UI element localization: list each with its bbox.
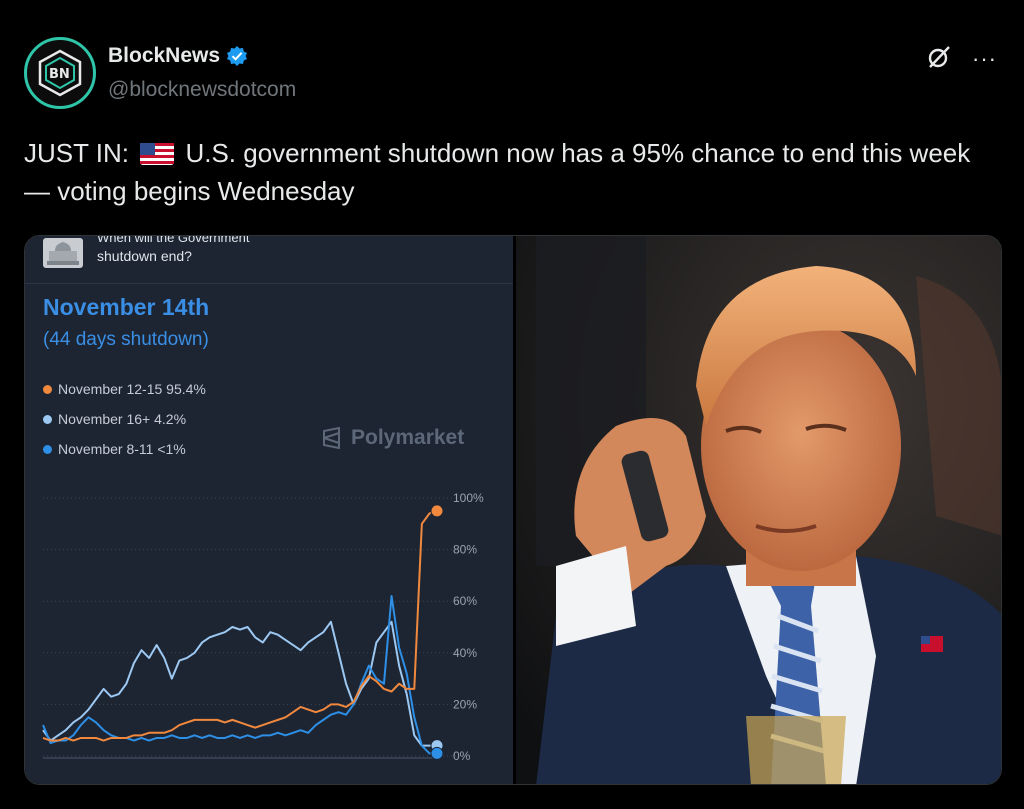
y-tick-label: 0% bbox=[453, 749, 471, 763]
legend-item-nov-16-plus: November 16+ 4.2% bbox=[43, 411, 186, 427]
market-question-top: When will the Government bbox=[97, 235, 250, 245]
tweet-text-lead: JUST IN: bbox=[24, 138, 129, 168]
polymarket-logo-icon bbox=[323, 427, 340, 449]
legend-item-nov-12-15: November 12-15 95.4% bbox=[43, 381, 206, 397]
polymarket-screenshot: When will the Government shutdown end? N… bbox=[25, 236, 513, 784]
series-line-2 bbox=[42, 595, 437, 755]
market-outcome: November 14th bbox=[43, 294, 210, 320]
blocknews-logo-icon: BN bbox=[38, 49, 82, 97]
market-question: shutdown end? bbox=[97, 248, 192, 264]
probability-chart: 100% 80% 60% 40% 20% 0% bbox=[42, 491, 484, 763]
man-on-phone-photo bbox=[516, 236, 1001, 784]
series-end-point-2 bbox=[430, 746, 444, 760]
avatar[interactable]: BN bbox=[24, 37, 96, 109]
y-tick-label: 100% bbox=[453, 491, 484, 505]
us-flag-icon bbox=[140, 143, 175, 165]
capitol-building-icon bbox=[43, 238, 83, 268]
watermark-label: Polymarket bbox=[351, 426, 465, 449]
series-line-0 bbox=[42, 509, 438, 742]
series-end-point-0 bbox=[430, 504, 444, 518]
legend-label: November 8-11 <1% bbox=[58, 441, 186, 457]
legend-dot bbox=[43, 384, 52, 394]
legend-dot bbox=[43, 444, 52, 454]
y-tick-label: 20% bbox=[453, 697, 477, 711]
author-name[interactable]: BlockNews bbox=[108, 44, 220, 68]
grok-icon[interactable] bbox=[926, 44, 952, 70]
trump-photo bbox=[516, 236, 1001, 784]
svg-text:BN: BN bbox=[49, 67, 70, 82]
tweet-media[interactable]: When will the Government shutdown end? N… bbox=[24, 235, 1002, 785]
verified-badge-icon bbox=[227, 46, 248, 66]
more-icon[interactable]: ··· bbox=[972, 46, 997, 72]
author-name-row[interactable]: BlockNews bbox=[108, 44, 248, 68]
y-tick-label: 60% bbox=[453, 594, 477, 608]
legend-dot bbox=[43, 414, 52, 424]
legend-label: November 16+ 4.2% bbox=[58, 411, 187, 427]
tweet-text: JUST IN: U.S. government shutdown now ha… bbox=[24, 134, 994, 210]
market-header: When will the Government shutdown end? bbox=[25, 236, 513, 284]
y-tick-label: 40% bbox=[453, 646, 477, 660]
y-tick-label: 80% bbox=[453, 543, 477, 557]
author-handle[interactable]: @blocknewsdotcom bbox=[108, 78, 296, 102]
polymarket-watermark: Polymarket bbox=[321, 426, 464, 450]
legend-label: November 12-15 95.4% bbox=[58, 381, 206, 397]
legend-item-nov-8-11: November 8-11 <1% bbox=[43, 441, 186, 457]
market-outcome-sub: (44 days shutdown) bbox=[43, 329, 209, 350]
